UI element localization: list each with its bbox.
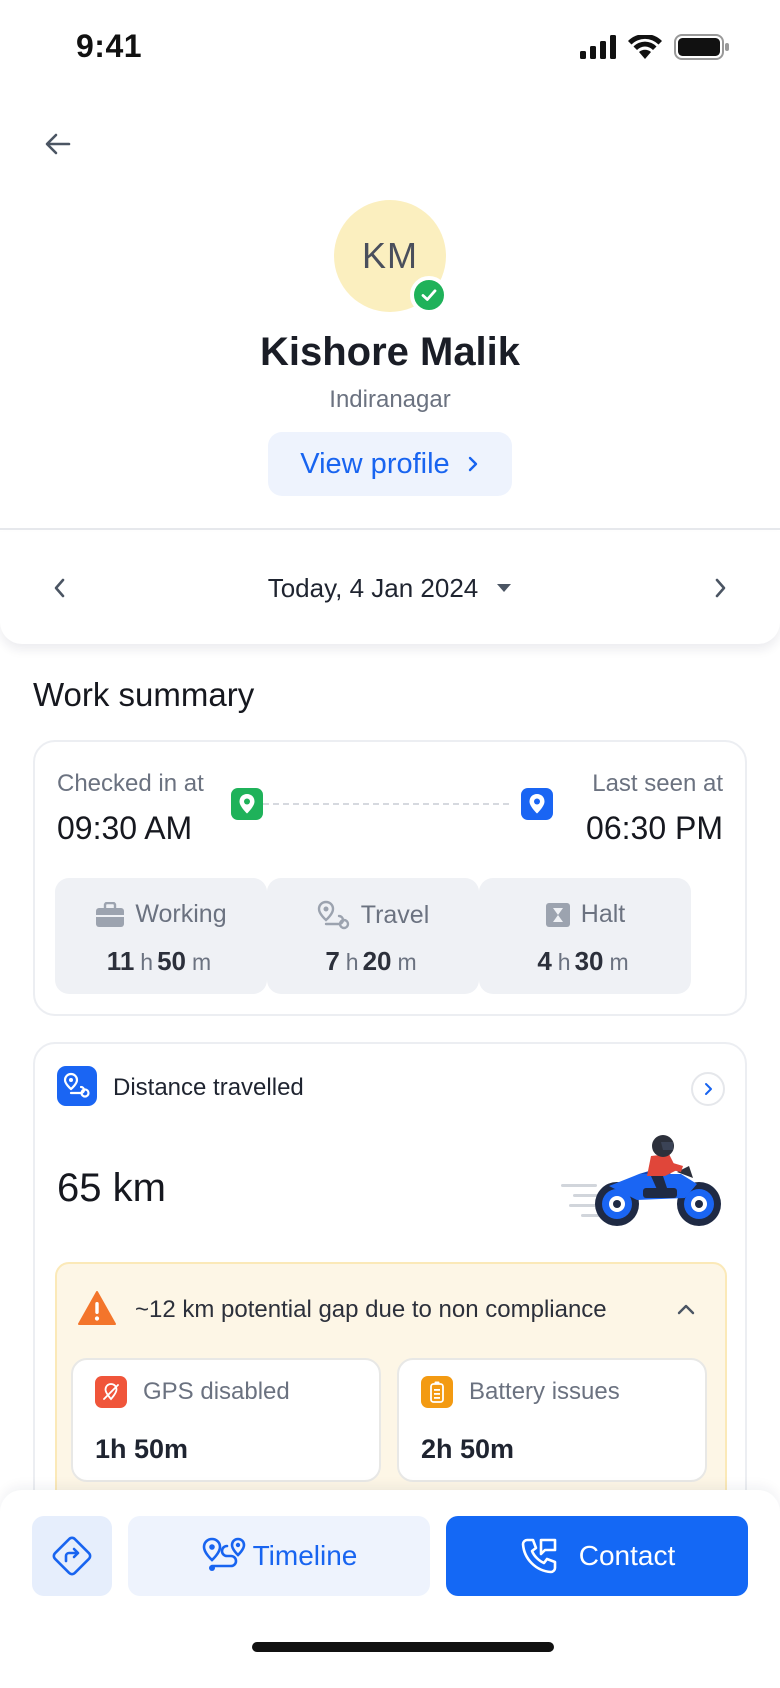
checked-in-label: Checked in at bbox=[57, 770, 204, 797]
user-name: Kishore Malik bbox=[259, 330, 521, 374]
hourglass-icon bbox=[545, 902, 570, 927]
route-pin-icon bbox=[317, 900, 349, 930]
timeline-label: Timeline bbox=[252, 1540, 358, 1571]
arrow-left-icon bbox=[45, 133, 71, 155]
status-icons bbox=[580, 34, 730, 60]
previous-day-button[interactable] bbox=[40, 568, 80, 608]
stat-value: 7 h 20 m bbox=[325, 946, 417, 976]
issue-gps-disabled: GPS disabled 1h 50m bbox=[71, 1358, 381, 1482]
chevron-right-icon bbox=[715, 578, 726, 598]
date-selector[interactable]: Today, 4 Jan 2024 bbox=[240, 562, 540, 614]
checkin-card: Checked in at 09:30 AM Last seen at 06:3… bbox=[33, 740, 747, 1016]
warning-icon bbox=[78, 1291, 116, 1325]
user-location: Indiranagar bbox=[329, 386, 451, 413]
battery-icon bbox=[421, 1376, 453, 1408]
timeline-connector bbox=[263, 803, 509, 805]
phone-call-icon bbox=[521, 1538, 557, 1574]
date-label: Today, 4 Jan 2024 bbox=[267, 572, 479, 603]
next-day-button[interactable] bbox=[700, 568, 740, 608]
verified-badge bbox=[410, 276, 448, 314]
chevron-right-icon bbox=[468, 456, 477, 472]
wifi-icon bbox=[628, 35, 662, 59]
last-seen-pin-icon bbox=[521, 788, 553, 820]
issue-value: 1h 50m bbox=[95, 1434, 189, 1464]
stat-travel: Travel 7 h 20 m bbox=[267, 878, 479, 994]
timeline-button[interactable]: Timeline bbox=[128, 1516, 430, 1596]
distance-details-button[interactable] bbox=[691, 1072, 725, 1106]
stat-label: Travel bbox=[360, 900, 430, 929]
stat-halt: Halt 4 h 30 m bbox=[479, 878, 691, 994]
briefcase-icon bbox=[96, 901, 125, 927]
divider bbox=[0, 528, 780, 530]
distance-title: Distance travelled bbox=[113, 1074, 304, 1101]
chevron-right-icon bbox=[705, 1083, 712, 1095]
stat-value: 4 h 30 m bbox=[537, 946, 629, 976]
last-seen-label: Last seen at bbox=[592, 770, 723, 797]
contact-label: Contact bbox=[578, 1540, 676, 1571]
issue-value: 2h 50m bbox=[421, 1434, 515, 1464]
gps-off-icon bbox=[95, 1376, 127, 1408]
home-indicator bbox=[252, 1642, 554, 1652]
signal-icon bbox=[580, 35, 616, 59]
bottom-action-bar: Timeline Contact bbox=[0, 1490, 780, 1688]
last-seen-time: 06:30 PM bbox=[586, 810, 723, 846]
issue-label: GPS disabled bbox=[143, 1378, 290, 1405]
collapse-gap-button[interactable] bbox=[669, 1292, 703, 1326]
date-navigator: Today, 4 Jan 2024 bbox=[0, 532, 780, 644]
distance-route-icon bbox=[57, 1066, 97, 1106]
motorbike-rider-illustration bbox=[561, 1135, 721, 1226]
chevron-left-icon bbox=[54, 578, 65, 598]
timeline-route-icon bbox=[202, 1537, 245, 1571]
avatar-initials: KM bbox=[362, 235, 418, 276]
battery-status-icon bbox=[674, 34, 729, 60]
distance-value: 65 km bbox=[57, 1166, 166, 1210]
check-icon bbox=[421, 289, 437, 301]
work-summary-title: Work summary bbox=[33, 676, 255, 713]
compliance-gap-text: ~12 km potential gap due to non complian… bbox=[135, 1296, 607, 1323]
directions-icon bbox=[52, 1536, 92, 1576]
checked-in-time: 09:30 AM bbox=[57, 810, 193, 846]
back-button[interactable] bbox=[38, 124, 78, 164]
chevron-up-icon bbox=[677, 1304, 695, 1315]
issue-battery: Battery issues 2h 50m bbox=[397, 1358, 707, 1482]
view-profile-button[interactable]: View profile bbox=[268, 432, 512, 496]
stat-working: Working 11 h 50 m bbox=[55, 878, 267, 994]
stat-label: Working bbox=[135, 900, 227, 928]
view-profile-label: View profile bbox=[300, 447, 450, 480]
stat-label: Halt bbox=[580, 900, 626, 928]
stat-value: 11 h 50 m bbox=[106, 946, 212, 976]
caret-down-icon bbox=[497, 584, 512, 592]
checkin-pin-icon bbox=[231, 788, 263, 820]
status-bar: 9:41 bbox=[0, 0, 780, 96]
status-time: 9:41 bbox=[76, 28, 143, 64]
issue-label: Battery issues bbox=[469, 1378, 620, 1405]
directions-button[interactable] bbox=[32, 1516, 112, 1596]
contact-button[interactable]: Contact bbox=[446, 1516, 748, 1596]
